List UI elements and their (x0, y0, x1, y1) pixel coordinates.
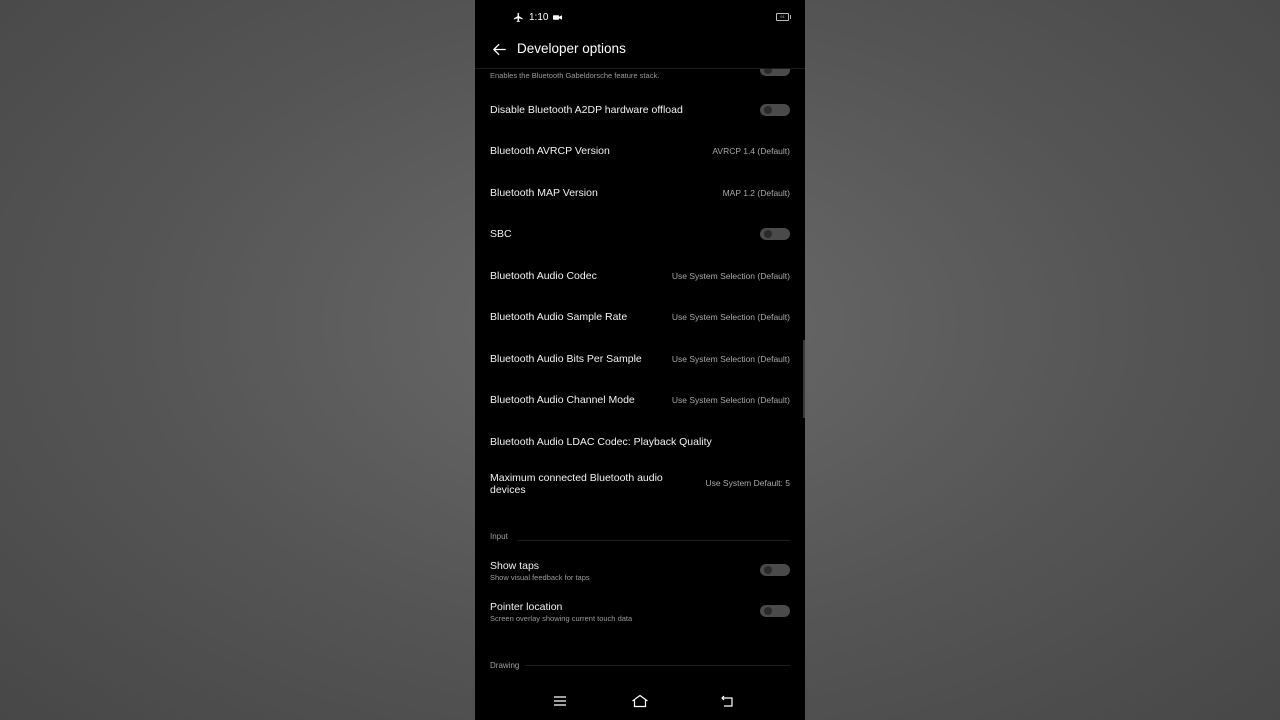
status-left: 1:10 (513, 12, 563, 23)
setting-gabeldorsche[interactable]: Enables the Bluetooth Gabeldorsche featu… (490, 64, 790, 80)
setting-subtitle: Enables the Bluetooth Gabeldorsche featu… (490, 71, 660, 80)
setting-title: Bluetooth Audio LDAC Codec: Playback Qua… (490, 436, 712, 448)
setting-show-taps[interactable]: Show taps Show visual feedback for taps (490, 560, 790, 582)
phone-screen: 1:10 91 Developer options Enables the Bl… (475, 0, 805, 720)
status-time: 1:10 (529, 12, 549, 23)
section-label-input: Input (490, 532, 508, 541)
battery-icon: 91 (776, 13, 791, 21)
toggle-knob (764, 230, 772, 238)
pointer-location-toggle[interactable] (760, 605, 790, 617)
setting-title: Show taps (490, 560, 540, 572)
scrollbar-thumb[interactable] (803, 340, 805, 418)
section-label-drawing: Drawing (490, 661, 520, 670)
setting-bits-per-sample[interactable]: Bluetooth Audio Bits Per Sample Use Syst… (490, 353, 790, 365)
setting-title: Maximum connected Bluetooth audio device… (490, 472, 663, 496)
setting-value: Use System Selection (Default) (671, 312, 790, 322)
setting-avrcp-version[interactable]: Bluetooth AVRCP Version AVRCP 1.4 (Defau… (490, 145, 790, 157)
show-taps-toggle[interactable] (760, 564, 790, 576)
setting-value: Use System Selection (Default) (671, 354, 790, 364)
settings-list[interactable]: Enables the Bluetooth Gabeldorsche featu… (475, 60, 805, 680)
status-bar: 1:10 91 (475, 0, 805, 36)
status-right: 91 (776, 13, 791, 21)
setting-subtitle: Screen overlay showing current touch dat… (490, 614, 633, 623)
setting-map-version[interactable]: Bluetooth MAP Version MAP 1.2 (Default) (490, 187, 790, 199)
toggle-knob (764, 106, 772, 114)
navigation-bar (475, 680, 805, 720)
arrow-left-icon[interactable] (491, 41, 508, 58)
setting-sample-rate[interactable]: Bluetooth Audio Sample Rate Use System S… (490, 311, 790, 323)
setting-title: Disable Bluetooth A2DP hardware offload (490, 104, 683, 116)
setting-audio-codec[interactable]: Bluetooth Audio Codec Use System Selecti… (490, 270, 790, 282)
video-camera-icon (553, 15, 563, 20)
battery-level: 91 (780, 14, 785, 19)
section-divider (525, 665, 790, 666)
sbc-toggle[interactable] (760, 228, 790, 240)
setting-sbc[interactable]: SBC (490, 228, 790, 240)
setting-title: Pointer location (490, 601, 563, 613)
menu-icon[interactable] (552, 694, 568, 708)
setting-title: SBC (490, 228, 512, 240)
setting-ldac-quality[interactable]: Bluetooth Audio LDAC Codec: Playback Qua… (490, 436, 790, 448)
a2dp-offload-toggle[interactable] (760, 104, 790, 116)
setting-value: Use System Selection (Default) (671, 271, 790, 281)
setting-value: Use System Default: 5 (705, 478, 790, 488)
setting-a2dp-offload[interactable]: Disable Bluetooth A2DP hardware offload (490, 104, 790, 116)
setting-subtitle: Show visual feedback for taps (490, 573, 590, 582)
toggle-knob (764, 566, 772, 574)
airplane-icon (513, 12, 523, 23)
page-title: Developer options (517, 41, 626, 56)
setting-value: MAP 1.2 (Default) (722, 188, 790, 198)
app-header: Developer options (475, 36, 805, 69)
back-icon[interactable] (720, 694, 736, 708)
home-icon[interactable] (631, 694, 649, 708)
setting-pointer-location[interactable]: Pointer location Screen overlay showing … (490, 601, 790, 623)
setting-value: Use System Selection (Default) (671, 395, 790, 405)
setting-max-devices[interactable]: Maximum connected Bluetooth audio device… (490, 472, 790, 496)
section-divider (517, 540, 790, 541)
setting-value: AVRCP 1.4 (Default) (712, 146, 790, 156)
toggle-knob (764, 607, 772, 615)
setting-channel-mode[interactable]: Bluetooth Audio Channel Mode Use System … (490, 394, 790, 406)
